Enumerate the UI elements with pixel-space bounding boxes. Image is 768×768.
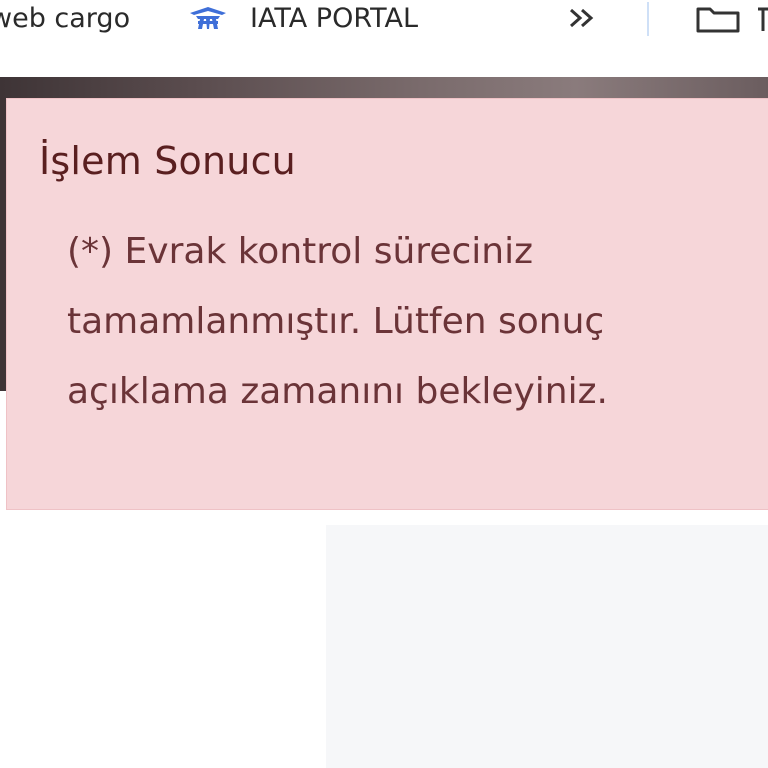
alert-message-line: (*) Evrak kontrol süreciniz [67, 231, 533, 272]
bookmark-label: web cargo [0, 2, 131, 34]
bookmarks-overflow-button[interactable] [564, 2, 600, 34]
alert-title: İşlem Sonucu [39, 139, 296, 183]
bookmarks-bar: web cargo IATA PORTAL [0, 0, 768, 40]
alert-message: (*) Evrak kontrol süreciniz tamamlanmışt… [67, 217, 768, 427]
alert-message-line: açıklama zamanını bekleyiniz. [67, 371, 608, 412]
content-gap [0, 511, 768, 525]
bookmark-web-cargo[interactable]: web cargo [0, 0, 130, 36]
page: web cargo IATA PORTAL İşlem Sonucu (*) E… [0, 0, 768, 768]
bookmark-label: IATA PORTAL [250, 2, 419, 34]
bookmark-iata-portal[interactable]: IATA PORTAL [186, 0, 418, 36]
content-left-panel [0, 525, 326, 768]
alert-message-line: tamamlanmıştır. Lütfen sonuç [67, 301, 605, 342]
content-right-panel [326, 525, 768, 768]
folder-icon [696, 7, 768, 33]
iata-logo-icon [190, 7, 226, 29]
page-header-gap [0, 40, 768, 77]
double-chevron-right-icon [570, 8, 594, 28]
bookmark-folder[interactable] [694, 2, 768, 34]
result-alert: İşlem Sonucu (*) Evrak kontrol süreciniz… [6, 98, 768, 510]
bookmarks-divider [647, 2, 649, 36]
